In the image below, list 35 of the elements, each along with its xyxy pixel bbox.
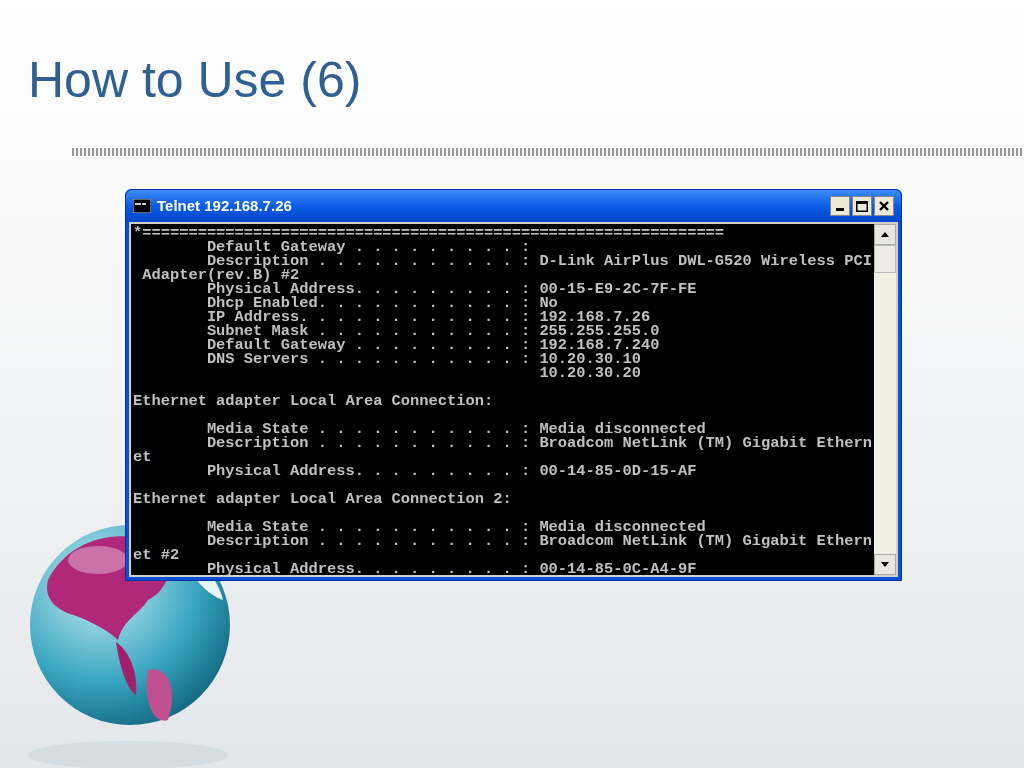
console-line: Ethernet adapter Local Area Connection:: [133, 394, 494, 408]
console-line: Default Gateway . . . . . . . . . : 192.168.7.240: [205, 338, 660, 352]
console-line: Description . . . . . . . . . . . : Broadcom NetLink (TM) Gigabit Ethern: [205, 436, 872, 450]
console-line: Dhcp Enabled. . . . . . . . . . . : No: [205, 296, 558, 310]
down-arrow-icon: [881, 562, 889, 567]
close-button[interactable]: [874, 196, 894, 216]
window-title: Telnet 192.168.7.26: [157, 195, 292, 216]
console-line: Physical Address. . . . . . . . . : 00-14-85-0D-15-AF: [205, 464, 697, 478]
console-line: Default Gateway . . . . . . . . . :: [205, 240, 531, 254]
scroll-up-button[interactable]: [874, 224, 896, 245]
console-line: Adapter(rev.B) #2: [141, 268, 300, 282]
console-line: IP Address. . . . . . . . . . . . : 192.168.7.26: [205, 310, 651, 324]
console-line: 10.20.30.20: [538, 366, 641, 380]
console-line: et: [133, 450, 152, 464]
scroll-down-button[interactable]: [874, 554, 896, 575]
maximize-icon: [856, 200, 868, 212]
maximize-button[interactable]: [852, 196, 872, 216]
console-line: Ethernet adapter Local Area Connection 2:: [133, 492, 512, 506]
console-icon: [133, 199, 151, 213]
console-line: DNS Servers . . . . . . . . . . . : 10.20.30.10: [205, 352, 641, 366]
console-line: Description . . . . . . . . . . . : D-Link AirPlus DWL-G520 Wireless PCI: [206, 254, 872, 268]
console-line: Physical Address. . . . . . . . . : 00-15-E9-2C-7F-FE: [206, 282, 697, 296]
close-icon: [879, 201, 889, 211]
slide-title: How to Use (6): [28, 52, 362, 108]
up-arrow-icon: [881, 232, 889, 237]
scroll-thumb[interactable]: [874, 245, 896, 273]
console-line: Media State . . . . . . . . . . . : Media disconnected: [205, 520, 706, 534]
minimize-icon: [836, 208, 844, 211]
minimize-button[interactable]: [830, 196, 850, 216]
scroll-bar[interactable]: [874, 224, 896, 575]
console-line: et #2: [133, 548, 180, 562]
console-line: Media State . . . . . . . . . . . : Media disconnected: [205, 422, 706, 436]
console-line: Description . . . . . . . . . . . : Broadcom NetLink (TM) Gigabit Ethern: [205, 534, 872, 548]
console-line: *===============================================================: [133, 226, 725, 240]
console-line: Subnet Mask . . . . . . . . . . . : 255.255.255.0: [205, 324, 660, 338]
